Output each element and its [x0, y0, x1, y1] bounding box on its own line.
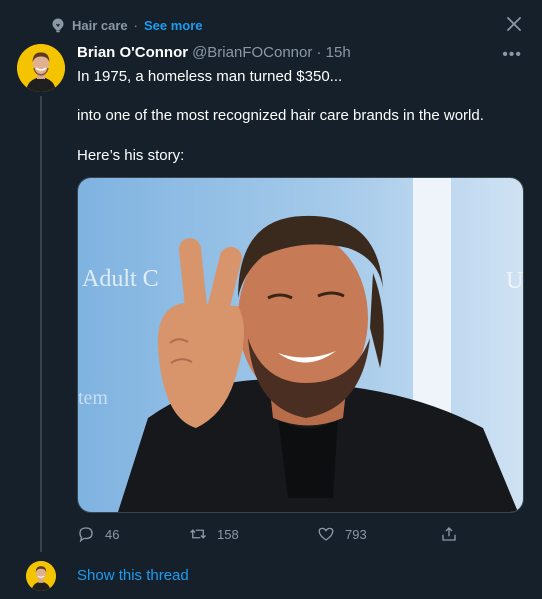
tweet-header: Brian O'Connor @BrianFOConnor · 15h [77, 44, 351, 61]
see-more-link[interactable]: See more [144, 18, 203, 33]
thread-connector-line [40, 96, 42, 552]
separator-dot: · [133, 17, 138, 33]
more-icon[interactable]: ••• [502, 46, 522, 64]
avatar-small[interactable] [26, 561, 56, 591]
share-icon [442, 527, 456, 541]
retweet-count: 158 [217, 526, 239, 542]
tweet-text-line-2: into one of the most recognized hair car… [77, 107, 484, 124]
share-button[interactable] [440, 525, 458, 543]
like-button[interactable]: 793 [317, 525, 367, 543]
tweet-text-line-1: In 1975, a homeless man turned $350... [77, 68, 343, 85]
like-count: 793 [345, 526, 367, 542]
topic-header: Hair care · See more [50, 17, 203, 33]
tweet-text-line-3: Here’s his story: [77, 147, 185, 164]
retweet-button[interactable]: 158 [189, 525, 239, 543]
media-sign-text-2: tem [78, 387, 108, 409]
media-sign-text-3: U [506, 268, 523, 294]
reply-icon [79, 527, 93, 543]
tweet-media-image[interactable]: Adult C tem U [77, 177, 524, 513]
like-icon [318, 527, 334, 541]
author-handle-time[interactable]: @BrianFOConnor · 15h [192, 44, 351, 61]
tweet-actions: 46 158 793 [77, 525, 517, 545]
topic-label[interactable]: Hair care [72, 18, 128, 33]
topic-icon [52, 18, 64, 33]
avatar[interactable] [17, 44, 65, 92]
retweet-icon [190, 529, 206, 539]
media-sign-text-1: Adult C [82, 266, 159, 292]
show-thread-link[interactable]: Show this thread [77, 567, 189, 584]
reply-button[interactable]: 46 [77, 525, 119, 543]
reply-count: 46 [105, 526, 120, 542]
close-icon[interactable] [504, 14, 524, 34]
author-name[interactable]: Brian O'Connor [77, 44, 188, 61]
